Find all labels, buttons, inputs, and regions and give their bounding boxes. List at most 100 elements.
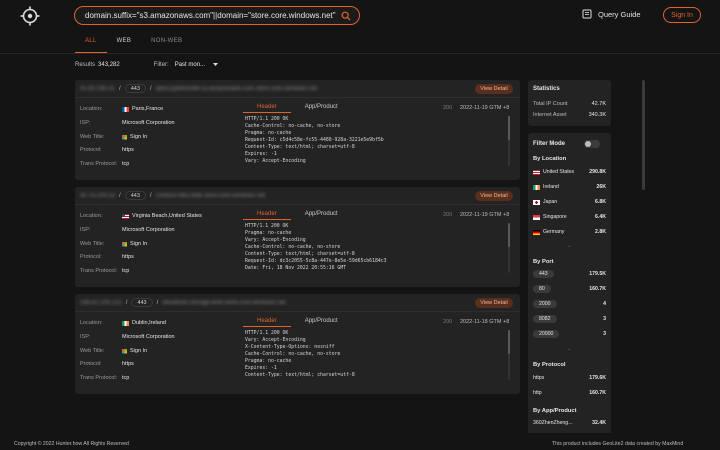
by-app-title: By App/Product [533,408,577,414]
response-scrollbar[interactable] [508,223,510,273]
location-filter-item[interactable]: United States 290.8K [533,169,606,175]
isp-value[interactable]: Microsoft Corporation [122,120,175,126]
page-scrollbar[interactable] [642,80,645,190]
tab-all[interactable]: ALL [75,35,107,53]
response-tabs: Header App/Product [243,318,352,327]
isp-value[interactable]: Microsoft Corporation [122,334,175,340]
card-port[interactable]: 443 [124,191,146,200]
expand-port-icon[interactable]: ⌄ [567,346,571,352]
card-domain[interactable]: contoso-files.blob.store.core.windows.ne… [156,193,266,199]
trans-protocol-value[interactable]: tcp [122,161,129,167]
filter-label-wrap: Japan [533,199,557,205]
port-filter-item[interactable]: 20000 3 [533,330,606,338]
view-detail-button[interactable]: View Detail [475,84,513,94]
search-input[interactable]: domain.suffix="s3.amazonaws.com"||domain… [74,6,360,25]
location-value[interactable]: Virginia Beach,United States [132,213,202,219]
tab-header[interactable]: Header [243,318,291,327]
location-filter-item[interactable]: Germany 2.8K [533,229,606,235]
web-title-row: Web Title: Sign In [80,134,147,140]
filter-item-count: 3 [603,331,606,337]
web-title-value[interactable]: Sign In [130,241,147,247]
protocol-value[interactable]: https [122,147,134,153]
protocol-value[interactable]: https [122,361,134,367]
port-filter-item[interactable]: 2000 4 [533,300,606,308]
scroll-thumb[interactable] [508,116,510,140]
tab-app-product[interactable]: App/Product [291,104,352,113]
result-card: 40.78.209.33 / 443 / contoso-files.blob.… [75,187,520,287]
protocol-filter-item[interactable]: http 160.7K [533,390,606,396]
tab-header[interactable]: Header [243,211,291,220]
filter-item-count: 179.6K [589,375,606,381]
scroll-thumb[interactable] [508,223,510,247]
view-detail-button[interactable]: View Detail [475,298,513,308]
location-value-wrap: Paris,France [122,106,163,112]
filter-mode-toggle[interactable] [584,140,600,148]
protocol-key: Protocol: [80,147,102,153]
response-headers[interactable]: HTTP/1.1 200 OK Pragma: no-cache Vary: A… [245,223,507,275]
location-filter-item[interactable]: Japan 6.8K [533,199,606,205]
tab-non-web[interactable]: NON-WEB [141,35,192,53]
card-domain[interactable]: qwe12pdsh0386.s3.amazonaws.com.store.cor… [156,86,318,92]
sign-in-button[interactable]: Sign In [663,7,701,23]
port-filter-item[interactable]: 8082 3 [533,315,606,323]
filter-label-wrap: Ireland [533,184,559,190]
card-domain[interactable]: ebuildcdn.storage.blob.store.core.window… [162,300,285,306]
card-ip[interactable]: 168.62.206.102 [80,300,122,306]
response-line: Content-Type: text/html; charset=utf-8 [245,252,355,257]
response-scrollbar[interactable] [508,116,510,166]
scroll-thumb[interactable] [508,330,510,354]
isp-value[interactable]: Microsoft Corporation [122,227,175,233]
statistics-title: Statistics [533,86,560,92]
expand-location-icon[interactable]: ⌄ [567,243,571,249]
card-port[interactable]: 443 [124,84,146,93]
filter-item-label: 8082 [533,315,557,323]
tab-app-product[interactable]: App/Product [291,211,352,220]
flag-us-icon [533,169,540,175]
logo-crosshair-icon[interactable] [20,6,40,26]
search-icon[interactable] [341,11,351,21]
query-guide-link[interactable]: Query Guide [582,9,641,19]
card-ip[interactable]: 40.78.209.33 [80,193,115,199]
location-value[interactable]: Dublin,Ireland [132,320,166,326]
trans-protocol-value[interactable]: tcp [122,268,129,274]
card-divider [75,97,520,98]
search-query-text[interactable]: domain.suffix="s3.amazonaws.com"||domain… [85,11,341,20]
protocol-filter-item[interactable]: https 179.6K [533,375,606,381]
location-key: Location: [80,320,103,326]
response-headers[interactable]: HTTP/1.1 200 OK Vary: Accept-Encoding X-… [245,330,507,382]
time-filter-value: Past mon... [174,62,206,68]
separator-slash: / [149,192,152,199]
view-detail-button[interactable]: View Detail [475,191,513,201]
response-scrollbar[interactable] [508,330,510,380]
location-filter-item[interactable]: Ireland 26K [533,184,606,190]
web-title-row: Web Title: Sign In [80,348,147,354]
book-icon [582,9,592,19]
response-headers[interactable]: HTTP/1.1 200 OK Cache-Control: no-cache,… [245,116,507,168]
port-filter-item[interactable]: 443 179.5K [533,270,606,278]
filter-item-count: 32.4K [592,420,606,426]
time-filter-select[interactable]: Past mon... [174,62,219,68]
query-guide-label: Query Guide [598,9,641,19]
web-title-wrap: Sign In [122,134,147,140]
tab-header[interactable]: Header [243,104,291,113]
status-code: 200 [443,105,453,111]
trans-protocol-value[interactable]: tcp [122,375,129,381]
protocol-value[interactable]: https [122,254,134,260]
card-ip[interactable]: 40.90.196.41 [80,86,115,92]
location-value[interactable]: Paris,France [132,106,163,112]
filter-item-label: 443 [533,270,554,278]
tab-web[interactable]: WEB [107,35,142,53]
web-title-value[interactable]: Sign In [130,348,147,354]
stat-row: Total IP Count 42.7K [533,101,606,107]
location-filter-item[interactable]: Singapore 6.4K [533,214,606,220]
port-filter-item[interactable]: 80 160.7K [533,285,606,293]
stat-label: Internet Asset [533,112,567,118]
web-title-value[interactable]: Sign In [130,134,147,140]
web-title-key: Web Title: [80,241,105,247]
flag-sg-icon [533,214,540,220]
result-card: 168.62.206.102 / 443 / ebuildcdn.storage… [75,294,520,394]
filter-item-count: 4 [603,301,606,307]
app-filter-item[interactable]: 360ZhenZheng... 32.4K [533,420,606,426]
card-port[interactable]: 443 [131,298,153,307]
tab-app-product[interactable]: App/Product [291,318,352,327]
